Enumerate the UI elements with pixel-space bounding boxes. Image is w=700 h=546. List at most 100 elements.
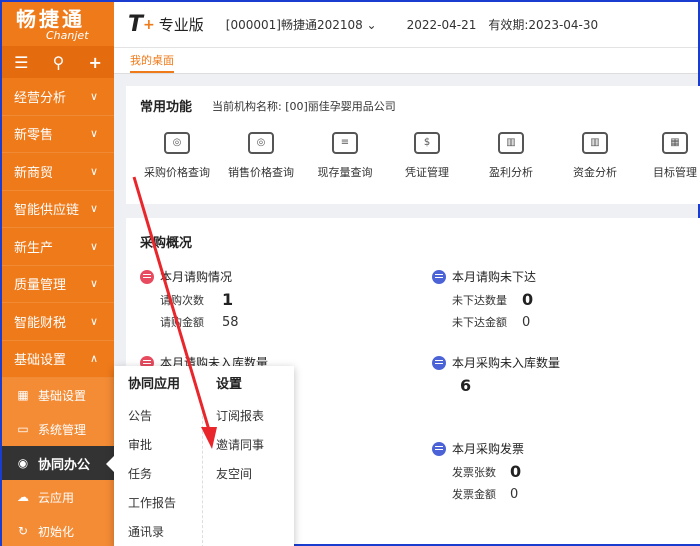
kv-label: 未下达数量 — [452, 293, 507, 307]
quick-purchase-price[interactable]: ◎ 采购价格查询 — [142, 132, 212, 180]
quick-voucher[interactable]: $ 凭证管理 — [392, 132, 462, 180]
kv-pending-amount: 未下达金额 0 — [452, 314, 530, 330]
sidebar-item-label: 质量管理 — [14, 278, 67, 294]
quick-fund-analysis[interactable]: ▥ 资金分析 — [560, 132, 630, 180]
quick-label: 销售价格查询 — [228, 166, 294, 179]
grid-icon: ▦ — [17, 388, 29, 402]
list-icon — [432, 441, 446, 456]
popup-column-settings: 设置 订阅报表 邀请同事 友空间 — [216, 366, 288, 489]
brand-logo[interactable]: 畅捷通 Chanjet — [2, 2, 114, 46]
list-icon — [432, 355, 446, 370]
popup-item-subscribe-report[interactable]: 订阅报表 — [216, 402, 288, 431]
sidebar-sub-collaboration[interactable]: ◉ 协同办公 — [2, 446, 114, 480]
kv-value: 58 — [222, 314, 239, 330]
login-date: 2022-04-21 — [406, 17, 477, 32]
popup-item-invite-colleague[interactable]: 邀请同事 — [216, 431, 288, 460]
account-selector[interactable]: [000001]畅捷通202108 ⌄ — [226, 16, 377, 33]
sidebar-sub-cloud-apps[interactable]: ☁ 云应用 — [2, 480, 114, 514]
kv-label: 未下达金额 — [452, 316, 507, 329]
validity-date: 有效期:2023-04-30 — [488, 18, 599, 32]
sidebar: 畅捷通 Chanjet ☰ ⚲ + 经营分析 ∨ 新零售 ∨ 新商贸 ∨ 智能供… — [2, 2, 114, 546]
sidebar-item-new-retail[interactable]: 新零售 ∨ — [2, 116, 114, 153]
sidebar-item-label: 智能财税 — [14, 315, 67, 331]
popup-column-head: 设置 — [216, 377, 243, 392]
kv-requisition-count: 请购次数 1 — [160, 290, 233, 309]
org-name: 当前机构名称: [00]丽佳孕婴用品公司 — [212, 100, 396, 113]
stock-icon: ≡ — [332, 132, 358, 154]
sidebar-item-business-analysis[interactable]: 经营分析 ∨ — [2, 78, 114, 116]
kv-value[interactable]: 0 — [510, 462, 521, 481]
top-header: T + 专业版 [000001]畅捷通202108 ⌄ 2022-04-21 有… — [114, 2, 698, 48]
sidebar-item-label: 新零售 — [14, 128, 54, 144]
popup-item-contacts[interactable]: 通讯录 — [128, 518, 200, 546]
quick-label: 凭证管理 — [405, 166, 449, 179]
menu-icon[interactable]: ☰ — [14, 53, 28, 72]
section-label: 本月采购未入库数量 — [452, 356, 561, 370]
section-label: 本月请购情况 — [160, 270, 233, 284]
popup-item-task[interactable]: 任务 — [128, 460, 200, 489]
chevron-down-icon: ∨ — [89, 239, 99, 253]
brand-en: Chanjet — [46, 29, 89, 42]
sidebar-sub-basic-settings[interactable]: ▦ 基础设置 — [2, 378, 114, 412]
section-purchase-invoice: 本月采购发票 — [432, 440, 524, 457]
sidebar-item-finance-tax[interactable]: 智能财税 ∨ — [2, 303, 114, 341]
kv-value: 0 — [522, 314, 531, 330]
sidebar-submenu: ▦ 基础设置 ▭ 系统管理 ◉ 协同办公 ☁ 云应用 ↻ 初始化 — [2, 378, 114, 546]
quick-target-management[interactable]: ▦ 目标管理 — [640, 132, 700, 180]
target-grid-icon: ▦ — [662, 132, 688, 154]
sidebar-item-label: 基础设置 — [14, 353, 67, 369]
cloud-icon: ☁ — [17, 490, 29, 504]
popup-item-work-report[interactable]: 工作报告 — [128, 489, 200, 518]
popup-column-head: 协同应用 — [128, 377, 181, 392]
add-icon[interactable]: + — [88, 53, 101, 72]
card-title: 常用功能 — [140, 100, 193, 115]
sidebar-item-label: 云应用 — [38, 490, 75, 505]
quick-label: 目标管理 — [653, 166, 697, 179]
sidebar-item-production[interactable]: 新生产 ∨ — [2, 228, 114, 266]
kv-requisition-amount: 请购金额 58 — [160, 314, 239, 330]
tab-bar: 我的桌面 — [114, 48, 698, 74]
kv-value[interactable]: 1 — [222, 290, 233, 309]
quick-sales-price[interactable]: ◎ 销售价格查询 — [226, 132, 296, 180]
sidebar-item-label: 协同办公 — [38, 457, 91, 473]
sidebar-item-basic-settings[interactable]: 基础设置 ∧ — [2, 341, 114, 378]
voucher-icon: $ — [414, 132, 440, 154]
kv-value[interactable]: 0 — [522, 290, 533, 309]
kv-label: 请购次数 — [160, 293, 204, 307]
popup-item-approval[interactable]: 审批 — [128, 431, 200, 460]
popup-divider — [202, 406, 203, 546]
sidebar-sub-initialization[interactable]: ↻ 初始化 — [2, 514, 114, 546]
search-icon[interactable]: ⚲ — [53, 53, 65, 72]
sidebar-sub-system-management[interactable]: ▭ 系统管理 — [2, 412, 114, 446]
list-icon — [140, 269, 154, 284]
price-search-icon: ◎ — [248, 132, 274, 154]
section-label: 本月请购未下达 — [452, 270, 537, 284]
section-label: 本月采购发票 — [452, 442, 525, 456]
sidebar-item-new-trade[interactable]: 新商贸 ∨ — [2, 153, 114, 191]
popup-item-you-space[interactable]: 友空间 — [216, 460, 288, 489]
sidebar-item-label: 智能供应链 — [14, 203, 80, 219]
quick-profit-analysis[interactable]: ▥ 盈利分析 — [476, 132, 546, 180]
sidebar-item-label: 系统管理 — [38, 422, 87, 437]
chevron-down-icon: ∨ — [89, 277, 99, 291]
section-requisition-pending: 本月请购未下达 — [432, 268, 536, 285]
chevron-down-icon: ∨ — [89, 164, 99, 178]
edition-label: 专业版 — [158, 16, 204, 34]
kv-label: 请购金额 — [160, 316, 204, 329]
card-title: 采购概况 — [140, 236, 193, 251]
section-purchase-not-stocked: 本月采购未入库数量 — [432, 354, 560, 371]
purchase-not-stocked-value[interactable]: 6 — [460, 376, 471, 395]
popup-item-announcement[interactable]: 公告 — [128, 402, 200, 431]
list-icon — [432, 269, 446, 284]
popup-column-apps: 协同应用 公告 审批 任务 工作报告 通讯录 — [128, 366, 200, 546]
quick-label: 盈利分析 — [489, 166, 533, 179]
quick-label: 现存量查询 — [317, 166, 373, 179]
sidebar-item-supply-chain[interactable]: 智能供应链 ∨ — [2, 191, 114, 228]
quick-stock-query[interactable]: ≡ 现存量查询 — [310, 132, 380, 180]
quick-label: 资金分析 — [573, 166, 617, 179]
refresh-icon: ↻ — [17, 524, 29, 538]
tab-my-desktop[interactable]: 我的桌面 — [130, 52, 174, 73]
product-logo-plus: + — [143, 16, 155, 33]
bar-chart-icon: ▥ — [498, 132, 524, 154]
sidebar-item-quality[interactable]: 质量管理 ∨ — [2, 266, 114, 303]
